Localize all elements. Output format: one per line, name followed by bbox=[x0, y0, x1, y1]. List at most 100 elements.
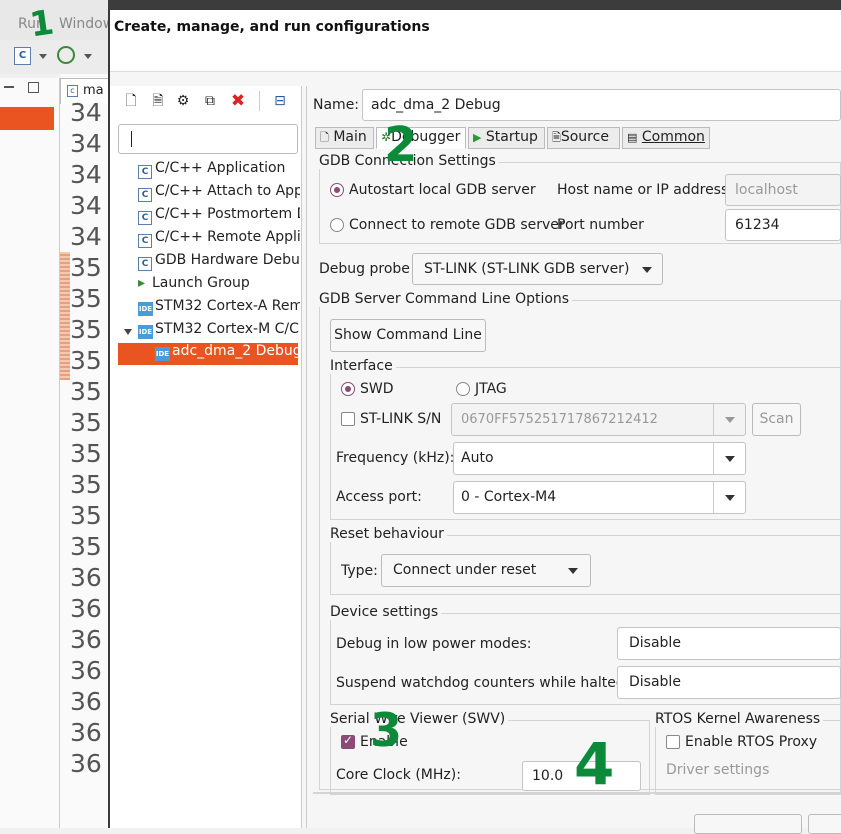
tree-item-cpp-remote[interactable]: CC/C++ Remote Application bbox=[138, 229, 300, 251]
tree-item-cpp-postmortem[interactable]: CC/C++ Postmortem Debugger bbox=[138, 206, 300, 228]
rtos-proxy-checkbox[interactable] bbox=[666, 735, 680, 749]
jtag-label: JTAG bbox=[475, 381, 507, 397]
line-number: 34 bbox=[70, 98, 102, 127]
revert-button[interactable] bbox=[694, 814, 802, 834]
line-number: 35 bbox=[70, 377, 102, 406]
tree-item-stm32-cortex-a[interactable]: IDESTM32 Cortex-A Remote Application bbox=[138, 298, 300, 320]
swd-label: SWD bbox=[360, 381, 394, 397]
ide-icon: IDE bbox=[138, 325, 153, 339]
line-number: 35 bbox=[70, 501, 102, 530]
new-prototype-icon[interactable]: 🗎 bbox=[149, 92, 167, 110]
reset-type-select[interactable]: Connect under reset bbox=[381, 554, 591, 587]
port-input[interactable]: 61234 bbox=[725, 209, 841, 241]
export-config-icon[interactable]: ⚙ bbox=[174, 92, 192, 110]
toolbar-divider bbox=[259, 91, 260, 111]
stlink-sn-checkbox[interactable] bbox=[341, 412, 355, 426]
interface-legend: Interface bbox=[330, 358, 396, 374]
annotation-4: 4 bbox=[574, 730, 615, 798]
host-input[interactable]: localhost bbox=[725, 174, 841, 206]
debug-probe-label: Debug probe bbox=[319, 261, 410, 277]
reset-type-label: Type: bbox=[341, 563, 378, 579]
swv-enable-checkbox[interactable] bbox=[341, 733, 355, 749]
c-file-icon: c bbox=[67, 85, 78, 97]
show-command-line-button[interactable]: Show Command Line bbox=[330, 319, 486, 352]
line-number: 35 bbox=[70, 532, 102, 561]
tree-item-gdb-hardware[interactable]: CGDB Hardware Debugging bbox=[138, 252, 300, 274]
low-power-select[interactable]: Disable bbox=[617, 627, 841, 660]
ide-icon: IDE bbox=[155, 347, 170, 361]
swv-legend: Serial Wire Viewer (SWV) bbox=[330, 711, 509, 727]
tab-startup[interactable]: ▶ Startup bbox=[468, 127, 545, 149]
new-c-file-icon[interactable]: C bbox=[14, 47, 31, 65]
tab-main[interactable]: 🗋 Main bbox=[315, 127, 374, 149]
line-number: 34 bbox=[70, 191, 102, 220]
dialog-title: Create, manage, and run configurations bbox=[114, 19, 430, 35]
jtag-radio[interactable] bbox=[456, 382, 470, 396]
low-power-label: Debug in low power modes: bbox=[336, 636, 532, 652]
rtos-legend: RTOS Kernel Awareness bbox=[655, 711, 824, 727]
debug-probe-select[interactable]: ST-LINK (ST-LINK GDB server) bbox=[412, 253, 663, 285]
tree-item-launch-group[interactable]: ▸ Launch Group bbox=[138, 275, 300, 297]
maximize-icon[interactable] bbox=[28, 82, 39, 93]
new-config-icon[interactable]: 🗋 bbox=[122, 92, 140, 110]
expand-twisty-icon[interactable] bbox=[124, 329, 132, 335]
tree-item-adc-dma-2-debug[interactable]: IDE adc_dma_2 Debug bbox=[118, 343, 298, 365]
collapse-all-icon[interactable]: ⊟ bbox=[271, 92, 289, 110]
line-number: 35 bbox=[70, 470, 102, 499]
run-config-icon[interactable] bbox=[57, 46, 75, 64]
stlink-sn-select[interactable]: 0670FF575251717867212412 bbox=[451, 403, 746, 436]
chevron-down-icon[interactable] bbox=[39, 54, 47, 59]
filter-input[interactable] bbox=[118, 124, 298, 154]
chevron-down-icon bbox=[568, 568, 578, 574]
tab-common[interactable]: ▤ Common bbox=[622, 127, 710, 149]
line-number: 35 bbox=[70, 346, 102, 375]
menu-window[interactable]: Window bbox=[59, 16, 114, 32]
annotation-3: 3 bbox=[370, 703, 403, 757]
launch-group-icon: ▸ bbox=[138, 275, 146, 291]
tree-item-cpp-attach[interactable]: CC/C++ Attach to Application bbox=[138, 183, 300, 205]
play-icon: ▶ bbox=[473, 131, 482, 144]
scan-button[interactable]: Scan bbox=[752, 403, 801, 436]
swd-radio[interactable] bbox=[341, 382, 355, 396]
line-number: 34 bbox=[70, 222, 102, 251]
frequency-select[interactable]: Auto bbox=[453, 442, 746, 475]
tree-item-stm32-cortex-m[interactable]: IDESTM32 Cortex-M C/C++ Application bbox=[138, 321, 300, 343]
gdb-server-options-legend: GDB Server Command Line Options bbox=[319, 291, 573, 307]
line-number: 36 bbox=[70, 656, 102, 685]
watchdog-label: Suspend watchdog counters while halted: bbox=[336, 675, 630, 691]
project-explorer-panel bbox=[0, 78, 60, 828]
line-number: 35 bbox=[70, 439, 102, 468]
line-number: 36 bbox=[70, 594, 102, 623]
chevron-down-icon bbox=[725, 456, 735, 462]
driver-settings-label: Driver settings bbox=[666, 762, 770, 778]
main-tab-icon: 🗋 bbox=[320, 131, 329, 144]
remote-radio[interactable] bbox=[330, 218, 344, 232]
chevron-down-icon bbox=[725, 417, 735, 423]
tree-item-cpp-application[interactable]: C C/C++ Application bbox=[138, 160, 300, 182]
editor-tab-label: ma bbox=[83, 83, 104, 98]
port-label: Port number bbox=[557, 217, 644, 233]
reset-behaviour-legend: Reset behaviour bbox=[330, 526, 447, 542]
c-config-icon: C bbox=[138, 188, 152, 202]
device-settings-legend: Device settings bbox=[330, 604, 442, 620]
line-number: 35 bbox=[70, 284, 102, 313]
delete-config-icon[interactable]: ✖ bbox=[229, 92, 247, 110]
autostart-radio[interactable] bbox=[330, 183, 344, 197]
dialog-titlebar bbox=[108, 0, 841, 10]
watchdog-select[interactable]: Disable bbox=[617, 666, 841, 699]
chevron-down-icon[interactable] bbox=[84, 54, 92, 59]
minimize-icon[interactable] bbox=[4, 86, 14, 88]
apply-button[interactable] bbox=[808, 814, 841, 834]
autostart-label: Autostart local GDB server bbox=[349, 182, 536, 198]
source-icon: 🗎 bbox=[552, 131, 561, 144]
remote-label: Connect to remote GDB server bbox=[349, 217, 565, 233]
ide-icon: IDE bbox=[138, 302, 153, 316]
c-config-icon: C bbox=[138, 234, 152, 248]
tab-source[interactable]: 🗎Source bbox=[547, 127, 620, 149]
line-number: 36 bbox=[70, 749, 102, 778]
selected-project-row[interactable] bbox=[0, 107, 54, 130]
access-port-select[interactable]: 0 - Cortex-M4 bbox=[453, 481, 746, 514]
duplicate-config-icon[interactable]: ⧉ bbox=[201, 92, 219, 110]
core-clock-label: Core Clock (MHz): bbox=[336, 767, 461, 783]
name-input[interactable]: adc_dma_2 Debug bbox=[362, 89, 841, 121]
